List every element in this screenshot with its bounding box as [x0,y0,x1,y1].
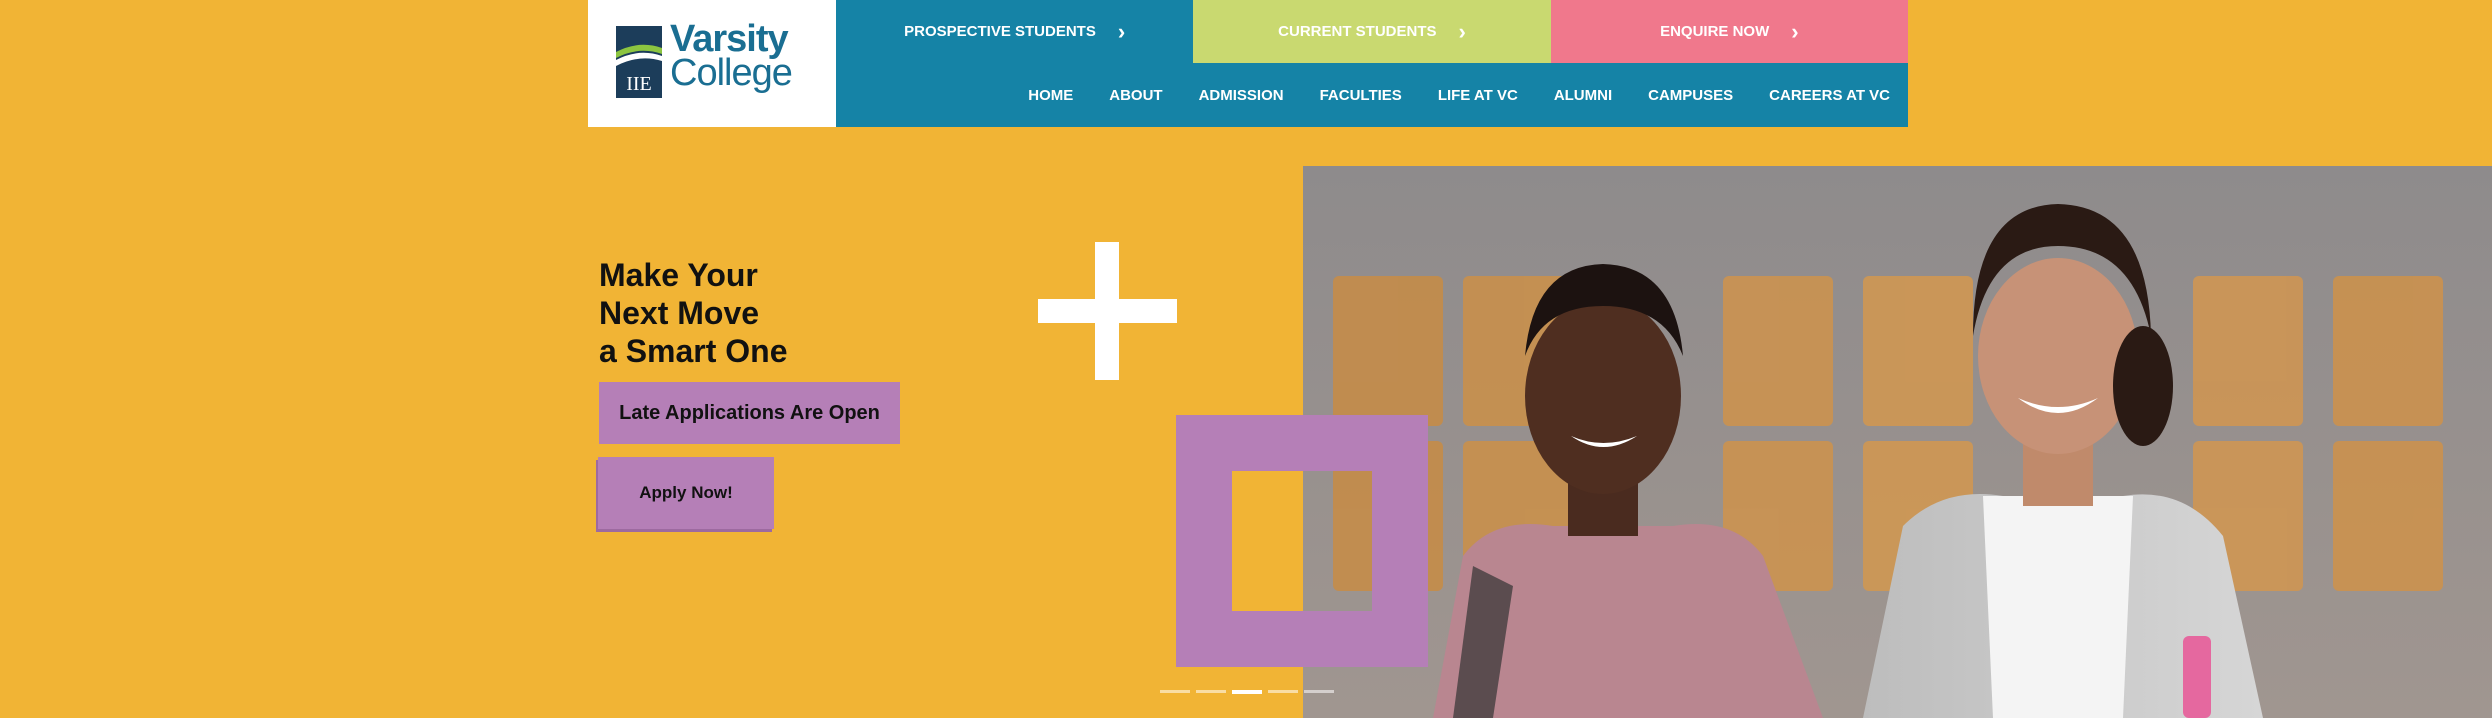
carousel-dot-1[interactable] [1160,690,1190,693]
nav-item-faculties[interactable]: FACULTIES [1320,87,1402,104]
enquire-now-label: ENQUIRE NOW [1660,23,1770,40]
nav-item-life-at-vc[interactable]: LIFE AT VC [1438,87,1518,104]
apply-now-button[interactable]: Apply Now! [598,457,774,529]
audience-bar: PROSPECTIVE STUDENTS › CURRENT STUDENTS … [836,0,1908,63]
enquire-now-link[interactable]: ENQUIRE NOW › [1550,0,1908,63]
site-logo[interactable]: IIE Varsity College [588,0,836,127]
nav-item-about[interactable]: ABOUT [1109,87,1162,104]
chevron-right-icon: › [1117,18,1126,44]
logo-word-college: College [670,52,793,94]
carousel-dot-3[interactable] [1232,690,1262,694]
logo-mark-icon: IIE [616,26,662,98]
page: IIE Varsity College PROSPECTIVE STUDENTS… [0,0,2492,718]
nav-item-campuses[interactable]: CAMPUSES [1648,87,1733,104]
hero-heading-line-2: Next Move [599,295,760,331]
logo-word-varsity: Varsity [670,18,789,60]
hero-heading: Make Your Next Move a Smart One [599,256,788,370]
carousel-indicators [1160,690,1334,694]
carousel-dot-2[interactable] [1196,690,1226,693]
current-students-label: CURRENT STUDENTS [1278,23,1437,40]
square-frame-decoration [1176,415,1428,667]
plus-decoration-bar [1038,299,1177,323]
nav-item-home[interactable]: HOME [1028,87,1073,104]
hero-heading-line-1: Make Your [599,257,758,293]
nav-item-alumni[interactable]: ALUMNI [1554,87,1612,104]
logo-badge-text: IIE [626,73,652,95]
chevron-right-icon: › [1791,18,1799,44]
site-header: IIE Varsity College PROSPECTIVE STUDENTS… [588,0,1908,127]
hero-photo [1303,166,2492,718]
carousel-dot-5[interactable] [1304,690,1334,693]
main-nav: HOME ABOUT ADMISSION FACULTIES LIFE AT V… [836,63,1908,127]
prospective-students-link[interactable]: PROSPECTIVE STUDENTS › [836,0,1194,63]
carousel-dot-4[interactable] [1268,690,1298,693]
nav-item-admission[interactable]: ADMISSION [1199,87,1284,104]
late-applications-badge: Late Applications Are Open [599,382,900,444]
prospective-students-label: PROSPECTIVE STUDENTS [904,23,1096,40]
nav-item-careers-at-vc[interactable]: CAREERS AT VC [1769,87,1890,104]
chevron-right-icon: › [1458,18,1466,44]
hero-photo-illustration [1303,166,2492,718]
hero-heading-line-3: a Smart One [599,333,788,369]
current-students-link[interactable]: CURRENT STUDENTS › [1193,0,1551,63]
